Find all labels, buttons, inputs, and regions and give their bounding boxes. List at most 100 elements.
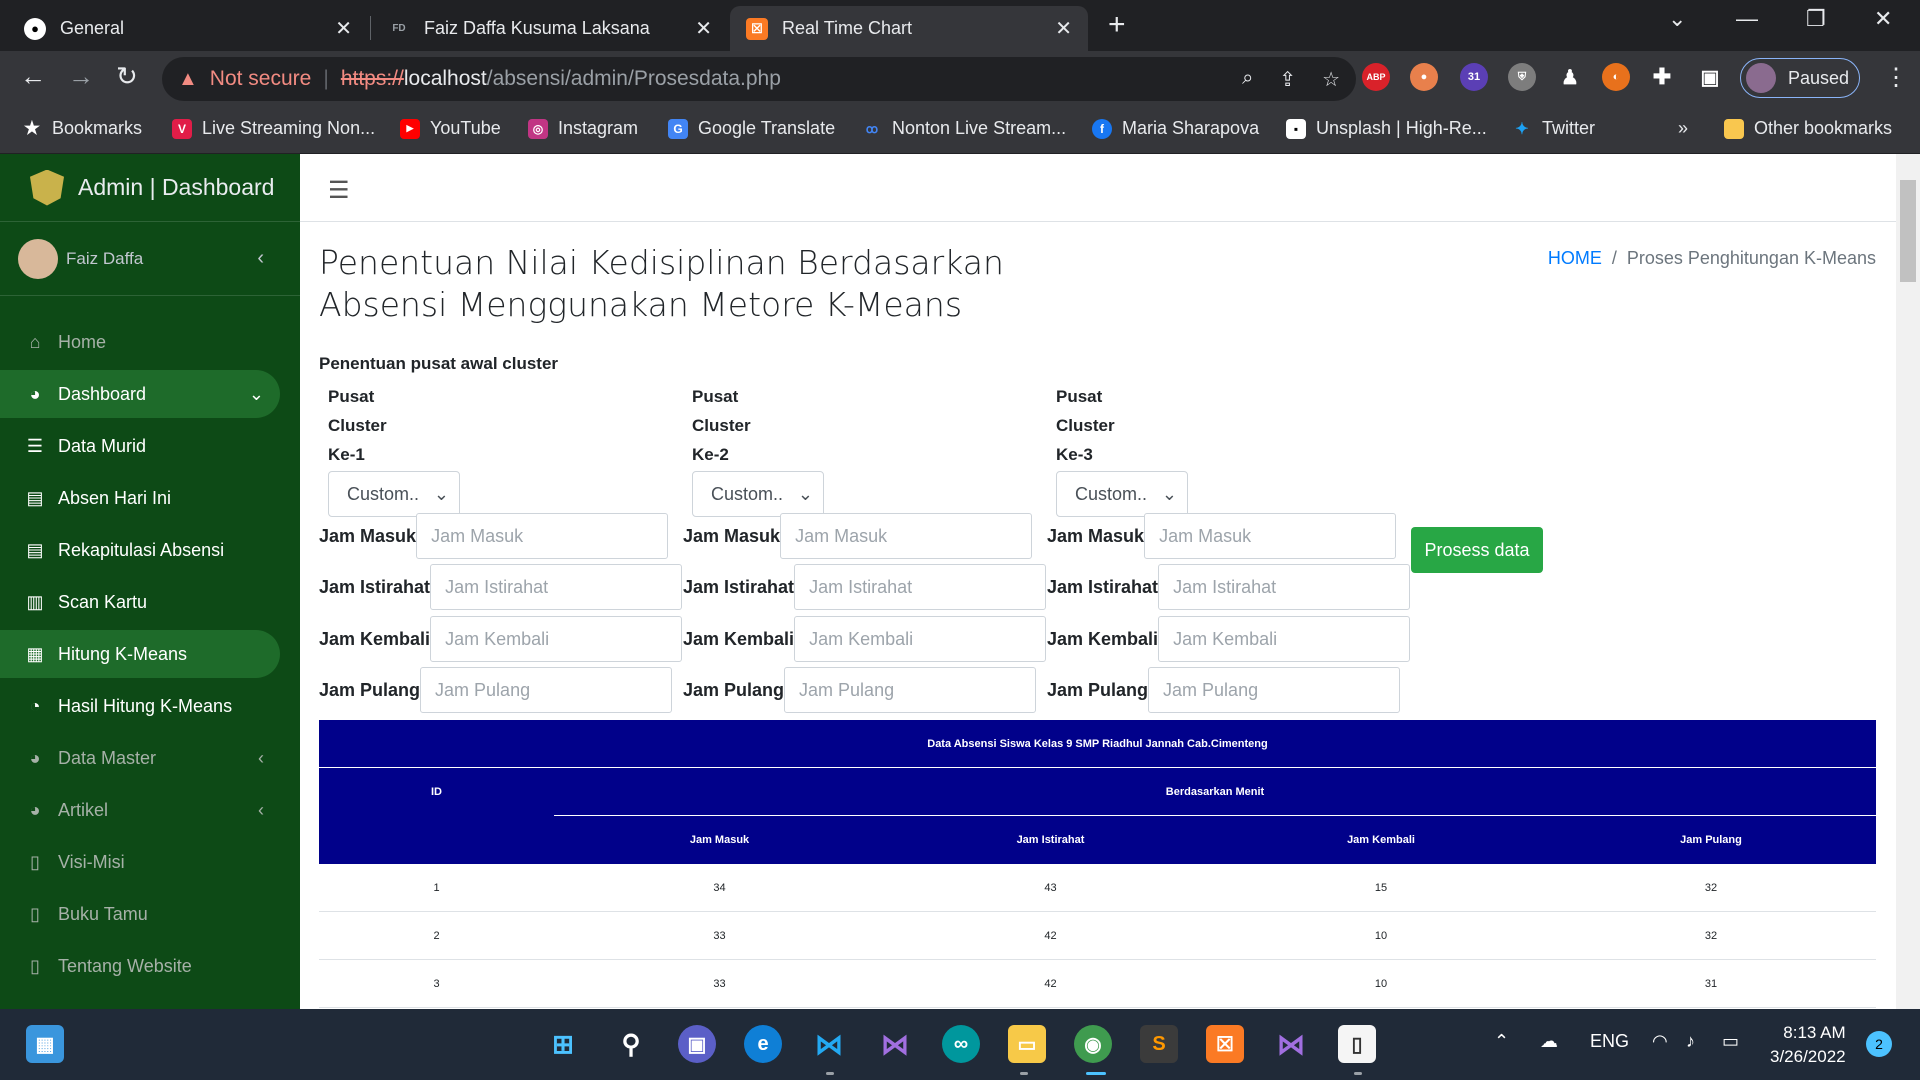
tab-real-time-chart[interactable]: ☒ Real Time Chart ✕	[730, 6, 1088, 51]
jam-pulang-input-2[interactable]: Jam Pulang	[784, 667, 1037, 713]
extension-badge-icon[interactable]: 31	[1460, 63, 1488, 91]
jam-kembali-input-2[interactable]: Jam Kembali	[794, 616, 1047, 662]
jam-masuk-input-2[interactable]: Jam Masuk	[780, 513, 1033, 559]
bookmark-item[interactable]: ✦ Twitter	[1512, 118, 1595, 139]
sidebar-item-buku-tamu[interactable]: ▯ Buku Tamu	[0, 890, 280, 938]
user-panel[interactable]: Faiz Daffa ‹	[0, 222, 300, 296]
security-status[interactable]: Not secure	[210, 67, 312, 91]
visual-studio-icon[interactable]: ⋈	[1272, 1025, 1310, 1063]
sidebar-item-home[interactable]: ⌂ Home	[0, 318, 280, 366]
sidebar-item-tentang-website[interactable]: ▯ Tentang Website	[0, 942, 280, 990]
cluster-1-select[interactable]: Custom.. ⌄	[328, 471, 460, 517]
sidebar-item-artikel[interactable]: ◕ Artikel ‹	[0, 786, 280, 834]
scrollbar-thumb[interactable]	[1900, 180, 1916, 282]
bookmark-item[interactable]: ꝏ Nonton Live Stream...	[862, 118, 1066, 139]
jam-kembali-input-3[interactable]: Jam Kembali	[1158, 616, 1411, 662]
sidebar-item-visi-misi[interactable]: ▯ Visi-Misi	[0, 838, 280, 886]
sidebar-item-scan-kartu[interactable]: ▥ Scan Kartu	[0, 578, 280, 626]
teams-icon[interactable]: ▣	[678, 1025, 716, 1063]
notepad-icon[interactable]: ▯	[1338, 1025, 1376, 1063]
close-icon[interactable]: ✕	[1055, 16, 1072, 41]
menu-dots-icon[interactable]: ⋮	[1884, 63, 1908, 92]
jam-pulang-input-1[interactable]: Jam Pulang	[420, 667, 673, 713]
chrome-icon[interactable]: ◉	[1074, 1025, 1112, 1063]
jam-masuk-input-1[interactable]: Jam Masuk	[416, 513, 669, 559]
search-icon[interactable]: ⚲	[612, 1025, 650, 1063]
bookmark-item[interactable]: ▶ YouTube	[400, 118, 501, 139]
chevron-left-icon[interactable]: ‹	[257, 247, 264, 270]
jam-masuk-input-3[interactable]: Jam Masuk	[1144, 513, 1397, 559]
bookmark-star-icon[interactable]: ☆	[1322, 67, 1340, 92]
arduino-icon[interactable]: ∞	[942, 1025, 980, 1063]
bookmark-item[interactable]: V Live Streaming Non...	[172, 118, 375, 139]
sidebar-item-absen-hari-ini[interactable]: ▤ Absen Hari Ini	[0, 474, 280, 522]
notification-badge[interactable]: 2	[1866, 1031, 1892, 1057]
brand-link[interactable]: Admin | Dashboard	[0, 154, 300, 222]
sidebar-item-label: Home	[58, 331, 107, 352]
forward-arrow-icon[interactable]: →	[68, 61, 94, 92]
bookmark-item[interactable]: f Maria Sharapova	[1092, 118, 1259, 139]
jam-pulang-input-3[interactable]: Jam Pulang	[1148, 667, 1401, 713]
breadcrumb-home-link[interactable]: HOME	[1548, 248, 1602, 268]
back-arrow-icon[interactable]: ←	[20, 61, 46, 92]
close-icon[interactable]: ✕	[335, 16, 352, 41]
bookmarks-overflow[interactable]: »	[1678, 118, 1688, 139]
tab-search-icon[interactable]: ⌄	[1668, 6, 1686, 32]
visual-studio-icon[interactable]: ⋈	[876, 1025, 914, 1063]
language-indicator[interactable]: ENG	[1590, 1031, 1629, 1052]
adblock-plus-icon[interactable]: ABP	[1362, 63, 1390, 91]
volume-icon[interactable]: ♪	[1686, 1031, 1695, 1052]
sidebar-item-hitung-kmeans[interactable]: ▦ Hitung K-Means	[0, 630, 280, 678]
minimize-icon[interactable]: —	[1736, 6, 1758, 32]
profile-button[interactable]: Paused	[1740, 58, 1860, 98]
cluster-3-select[interactable]: Custom.. ⌄	[1056, 471, 1188, 517]
wifi-icon[interactable]: ◠	[1652, 1031, 1668, 1052]
sidebar-item-dashboard[interactable]: ◕ Dashboard ⌄	[0, 370, 280, 418]
shield-icon[interactable]: ⛨	[1508, 63, 1536, 91]
restore-icon[interactable]: ❐	[1806, 6, 1826, 32]
new-tab-icon[interactable]: +	[1108, 8, 1126, 42]
sidebar-item-data-murid[interactable]: ☰ Data Murid	[0, 422, 280, 470]
chevron-up-icon[interactable]: ⌃	[1494, 1031, 1509, 1052]
bookmark-item[interactable]: ◎ Instagram	[528, 118, 638, 139]
cloud-icon[interactable]: ☁	[1540, 1031, 1558, 1052]
reload-icon[interactable]: ↻	[116, 61, 138, 92]
jam-istirahat-input-2[interactable]: Jam Istirahat	[794, 564, 1047, 610]
window-close-icon[interactable]: ✕	[1874, 6, 1892, 32]
sublime-icon[interactable]: S	[1140, 1025, 1178, 1063]
tab-general[interactable]: ● General ✕	[8, 6, 368, 51]
clock[interactable]: 8:13 AM 3/26/2022	[1770, 1021, 1846, 1069]
extension-icon[interactable]: ●	[1410, 63, 1438, 91]
battery-icon[interactable]: ▭	[1722, 1031, 1739, 1052]
puzzle-icon[interactable]: ✚	[1648, 63, 1676, 91]
tab-faiz-daffa[interactable]: FD Faiz Daffa Kusuma Laksana ✕	[372, 6, 728, 51]
sidebar-item-hasil-kmeans[interactable]: ◔ Hasil Hitung K-Means	[0, 682, 280, 730]
hamburger-menu-icon[interactable]: ☰	[328, 176, 350, 205]
other-bookmarks[interactable]: Other bookmarks	[1724, 118, 1892, 139]
bookmark-item[interactable]: G Google Translate	[668, 118, 835, 139]
bookmark-item[interactable]: ▪ Unsplash | High-Re...	[1286, 118, 1487, 139]
address-bar[interactable]: ▲ Not secure | https:// localhost /absen…	[162, 57, 1356, 101]
edge-icon[interactable]: e	[744, 1025, 782, 1063]
file-explorer-icon[interactable]: ▭	[1008, 1025, 1046, 1063]
jam-istirahat-input-1[interactable]: Jam Istirahat	[430, 564, 683, 610]
jam-istirahat-input-3[interactable]: Jam Istirahat	[1158, 564, 1411, 610]
zoom-icon[interactable]: ⌕	[1242, 67, 1253, 92]
extension-orange-icon[interactable]: ◐	[1602, 63, 1630, 91]
process-data-button[interactable]: Prosess data	[1411, 527, 1543, 573]
xampp-icon[interactable]: ☒	[1206, 1025, 1244, 1063]
windows-start-icon[interactable]: ⊞	[544, 1025, 582, 1063]
sidebar-item-rekapitulasi[interactable]: ▤ Rekapitulasi Absensi	[0, 526, 280, 574]
close-icon[interactable]: ✕	[695, 16, 712, 41]
vscode-icon[interactable]: ⋈	[810, 1025, 848, 1063]
page-scrollbar[interactable]	[1896, 154, 1920, 1009]
cluster-2-select[interactable]: Custom.. ⌄	[692, 471, 824, 517]
side-panel-icon[interactable]: ▣	[1696, 63, 1724, 91]
twitter-icon: ✦	[1515, 120, 1529, 138]
share-icon[interactable]: ⇪	[1279, 67, 1296, 92]
jam-kembali-input-1[interactable]: Jam Kembali	[430, 616, 683, 662]
bookmark-item[interactable]: ★ Bookmarks	[22, 118, 142, 139]
penguin-icon[interactable]: ♟	[1556, 63, 1584, 91]
widgets-icon[interactable]: ▦	[26, 1025, 64, 1063]
sidebar-item-data-master[interactable]: ◕ Data Master ‹	[0, 734, 280, 782]
